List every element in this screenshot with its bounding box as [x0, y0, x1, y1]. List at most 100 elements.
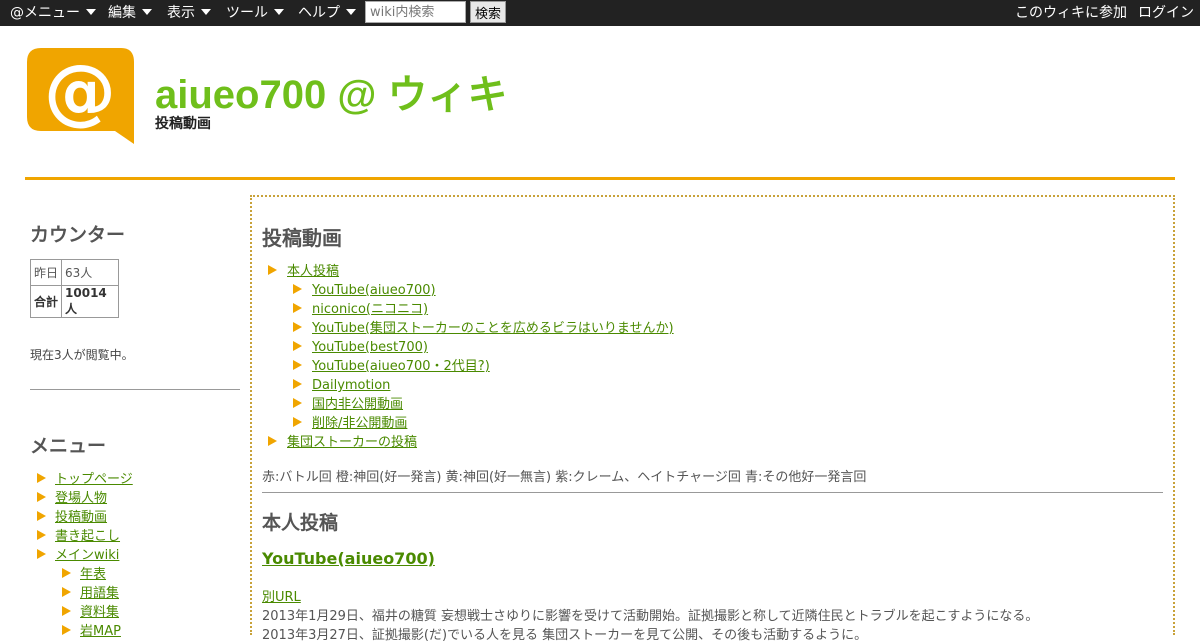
counter-heading: カウンター [30, 224, 126, 246]
triangle-bullet-icon [62, 606, 71, 616]
triangle-bullet-icon [37, 549, 46, 559]
sidebar-link[interactable]: 岩MAP [80, 624, 121, 639]
counter-yesterday-label: 昨日 [29, 259, 63, 286]
triangle-bullet-icon [293, 341, 302, 351]
triangle-bullet-icon [293, 417, 302, 427]
page-title: 投稿動画 [262, 226, 342, 250]
triangle-bullet-icon [268, 265, 277, 275]
triangle-bullet-icon [37, 530, 46, 540]
toc-item: 削除/非公開動画 [262, 414, 674, 433]
toc-link[interactable]: Dailymotion [312, 378, 390, 393]
help-menu-dropdown[interactable]: ヘルプ [298, 0, 356, 26]
triangle-bullet-icon [62, 568, 71, 578]
page-subtitle: 投稿動画 [155, 116, 211, 132]
toc-link[interactable]: 本人投稿 [287, 264, 339, 279]
toc-link[interactable]: YouTube(aiueo700) [312, 283, 436, 298]
triangle-bullet-icon [293, 360, 302, 370]
triangle-bullet-icon [293, 379, 302, 389]
triangle-bullet-icon [293, 398, 302, 408]
sidebar-link[interactable]: 資料集 [80, 605, 119, 620]
triangle-bullet-icon [62, 625, 71, 635]
chevron-down-icon [346, 9, 356, 15]
toc-link[interactable]: 削除/非公開動画 [312, 416, 407, 431]
sidebar-link[interactable]: 年表 [80, 567, 106, 582]
tools-menu-label: ツール [226, 5, 268, 21]
triangle-bullet-icon [62, 587, 71, 597]
view-menu-label: 表示 [167, 5, 195, 21]
toc-item: YouTube(aiueo700) [262, 281, 674, 300]
join-wiki-link[interactable]: このウィキに参加 [1015, 0, 1127, 26]
site-title[interactable]: aiueo700 @ ウィキ [155, 62, 507, 120]
subsection-link[interactable]: YouTube(aiueo700) [262, 549, 435, 568]
tools-menu-dropdown[interactable]: ツール [226, 0, 284, 26]
header-divider [25, 177, 1175, 180]
toc-item: YouTube(aiueo700・2代目?) [262, 357, 674, 376]
sidebar-link[interactable]: 登場人物 [55, 491, 107, 506]
counter-total-value: 10014人 [61, 285, 120, 318]
toc-item: 本人投稿 [262, 262, 674, 281]
at-menu-label: @メニュー [10, 5, 80, 21]
edit-menu-label: 編集 [108, 5, 136, 21]
counter-yesterday-value: 63人 [61, 259, 120, 286]
toc-link[interactable]: 国内非公開動画 [312, 397, 403, 412]
help-menu-label: ヘルプ [298, 5, 340, 21]
wiki-search-input[interactable] [365, 1, 466, 23]
wiki-logo[interactable]: @ [27, 48, 135, 145]
triangle-bullet-icon [293, 284, 302, 294]
toc-item: niconico(ニコニコ) [262, 300, 674, 319]
table-of-contents: 本人投稿 YouTube(aiueo700) niconico(ニコニコ) Yo… [262, 262, 674, 452]
sidebar-subitem-map: 岩MAP [30, 622, 133, 641]
sidebar-item-top-page: トップページ [30, 470, 133, 489]
sidebar-item-videos: 投稿動画 [30, 508, 133, 527]
toc-link[interactable]: YouTube(集団ストーカーのことを広めるビラはいりませんか) [312, 321, 674, 336]
toc-link[interactable]: 集団ストーカーの投稿 [287, 435, 417, 450]
chevron-down-icon [201, 9, 211, 15]
sidebar-link[interactable]: トップページ [55, 472, 133, 487]
sidebar-menu: トップページ 登場人物 投稿動画 書き起こし メインwiki 年表 用語集 資料… [30, 470, 133, 641]
counter-table: 昨日 63人 合計 10014人 [29, 259, 120, 318]
sidebar-link[interactable]: 書き起こし [55, 529, 120, 544]
menu-heading: メニュー [30, 435, 107, 457]
sidebar-subitem-timeline: 年表 [30, 565, 133, 584]
at-menu-dropdown[interactable]: @メニュー [10, 0, 96, 26]
toc-link[interactable]: YouTube(best700) [312, 340, 428, 355]
section-divider [262, 492, 1163, 493]
login-link[interactable]: ログイン [1138, 0, 1194, 26]
chevron-down-icon [142, 9, 152, 15]
svg-text:@: @ [44, 49, 116, 133]
sidebar-link[interactable]: 投稿動画 [55, 510, 107, 525]
alt-url-link[interactable]: 別URL [262, 590, 301, 605]
sidebar-divider [30, 389, 240, 390]
toc-item: YouTube(best700) [262, 338, 674, 357]
table-row: 昨日 63人 [29, 259, 120, 286]
sidebar-subitem-materials: 資料集 [30, 603, 133, 622]
sidebar-link[interactable]: メインwiki [55, 548, 119, 563]
toc-link[interactable]: niconico(ニコニコ) [312, 302, 428, 317]
view-menu-dropdown[interactable]: 表示 [167, 0, 211, 26]
current-viewers: 現在3人が閲覧中。 [30, 348, 134, 362]
triangle-bullet-icon [37, 492, 46, 502]
triangle-bullet-icon [268, 436, 277, 446]
triangle-bullet-icon [293, 303, 302, 313]
sidebar-link[interactable]: 用語集 [80, 586, 119, 601]
top-bar: @メニュー 編集 表示 ツール ヘルプ 検索 このウィキに参加 ログイン [0, 0, 1200, 26]
edit-menu-dropdown[interactable]: 編集 [108, 0, 152, 26]
toc-item: YouTube(集団ストーカーのことを広めるビラはいりませんか) [262, 319, 674, 338]
alt-url-row: 別URL [262, 586, 301, 605]
subsection-heading: YouTube(aiueo700) [262, 549, 435, 568]
triangle-bullet-icon [293, 322, 302, 332]
section-heading: 本人投稿 [262, 512, 339, 534]
toc-item: 国内非公開動画 [262, 395, 674, 414]
triangle-bullet-icon [37, 511, 46, 521]
chevron-down-icon [274, 9, 284, 15]
triangle-bullet-icon [37, 473, 46, 483]
body-paragraph: 2013年3月27日、証拠撮影(だ)でいる人を見る 集団ストーカーを見て公開、そ… [262, 628, 868, 643]
body-paragraph: 2013年1月29日、福井の糖質 妄想戦士さゆりに影響を受けて活動開始。証拠撮影… [262, 609, 1039, 624]
color-legend: 赤:バトル回 橙:神回(好一発言) 黄:神回(好一無言) 紫:クレーム、ヘイトチ… [262, 470, 867, 485]
sidebar-subitem-glossary: 用語集 [30, 584, 133, 603]
search-button[interactable]: 検索 [470, 1, 506, 23]
toc-link[interactable]: YouTube(aiueo700・2代目?) [312, 359, 490, 374]
toc-item: Dailymotion [262, 376, 674, 395]
toc-item: 集団ストーカーの投稿 [262, 433, 674, 452]
sidebar-item-characters: 登場人物 [30, 489, 133, 508]
